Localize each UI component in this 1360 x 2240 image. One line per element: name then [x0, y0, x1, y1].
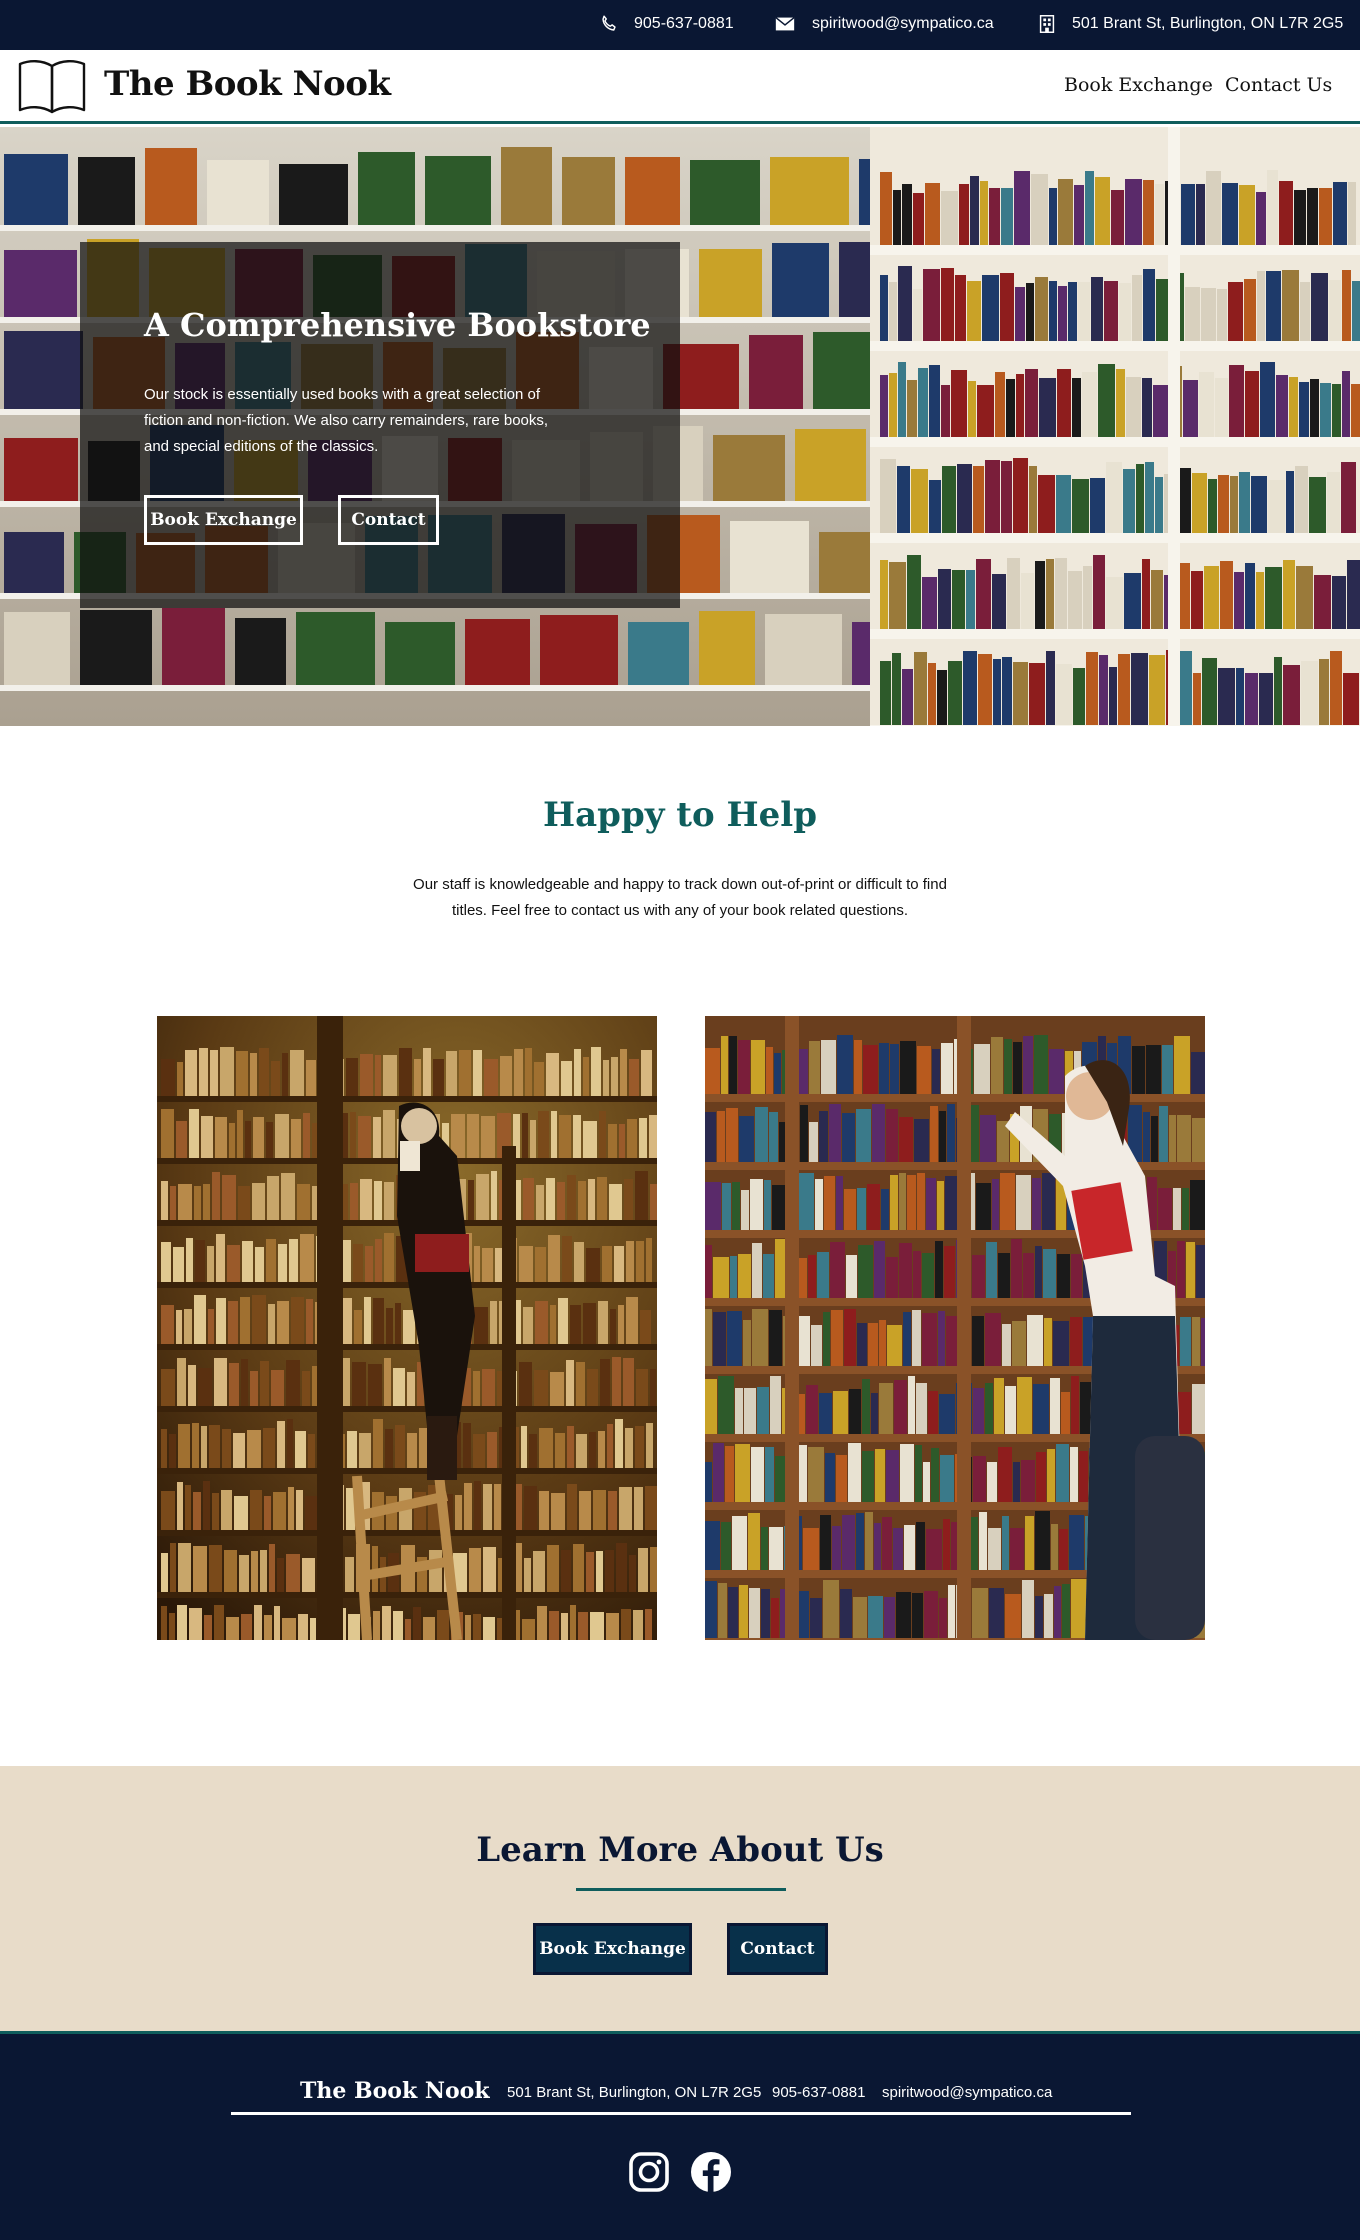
hero-section: A Comprehensive Bookstore Our stock is e…	[0, 127, 1360, 726]
nav-book-exchange[interactable]: Book Exchange	[1064, 74, 1213, 96]
hero-title: A Comprehensive Bookstore	[144, 306, 651, 344]
site-footer: The Book Nook 501 Brant St, Burlington, …	[0, 2034, 1360, 2240]
building-icon	[1039, 15, 1055, 33]
mail-icon	[775, 17, 795, 31]
phone-icon	[602, 15, 616, 31]
nav-contact-us[interactable]: Contact Us	[1225, 74, 1332, 96]
learn-book-exchange-button[interactable]: Book Exchange	[533, 1923, 692, 1975]
topbar-address-text: 501 Brant St, Burlington, ON L7R 2G5	[1072, 15, 1344, 32]
woman-browsing-shelves-image	[705, 1016, 1205, 1640]
topbar-phone[interactable]: 905-637-0881	[598, 13, 734, 35]
top-contact-bar: 905-637-0881 spiritwood@sympatico.ca 501…	[0, 0, 1360, 50]
open-book-logo-icon[interactable]	[16, 58, 88, 116]
help-heading: Happy to Help	[543, 795, 817, 835]
learn-more-heading: Learn More About Us	[476, 1830, 884, 1870]
hero-contact-button[interactable]: Contact	[338, 495, 439, 545]
heading-underline	[576, 1888, 786, 1891]
topbar-phone-text: 905-637-0881	[634, 15, 734, 32]
footer-brand[interactable]: The Book Nook	[300, 2078, 490, 2104]
facebook-icon[interactable]	[689, 2150, 733, 2194]
learn-contact-button[interactable]: Contact	[727, 1923, 828, 1975]
site-header: The Book Nook Book Exchange Contact Us	[0, 50, 1360, 124]
footer-address: 501 Brant St, Burlington, ON L7R 2G5	[507, 2084, 762, 2101]
hero-description: Our stock is essentially used books with…	[144, 386, 549, 455]
bookworm-painting-image	[157, 1016, 657, 1640]
site-title[interactable]: The Book Nook	[104, 64, 391, 104]
footer-divider	[231, 2112, 1131, 2115]
instagram-icon[interactable]	[627, 2150, 671, 2194]
topbar-email[interactable]: spiritwood@sympatico.ca	[772, 13, 994, 35]
learn-more-section: Learn More About Us Book Exchange Contac…	[0, 1766, 1360, 2034]
topbar-email-text: spiritwood@sympatico.ca	[812, 15, 994, 32]
topbar-address[interactable]: 501 Brant St, Burlington, ON L7R 2G5	[1036, 13, 1343, 35]
footer-phone[interactable]: 905-637-0881	[772, 2084, 865, 2101]
help-description: Our staff is knowledgeable and happy to …	[413, 876, 947, 919]
hero-book-exchange-button[interactable]: Book Exchange	[144, 495, 303, 545]
footer-email[interactable]: spiritwood@sympatico.ca	[882, 2084, 1052, 2101]
hero-overlay-box: A Comprehensive Bookstore Our stock is e…	[80, 242, 680, 608]
